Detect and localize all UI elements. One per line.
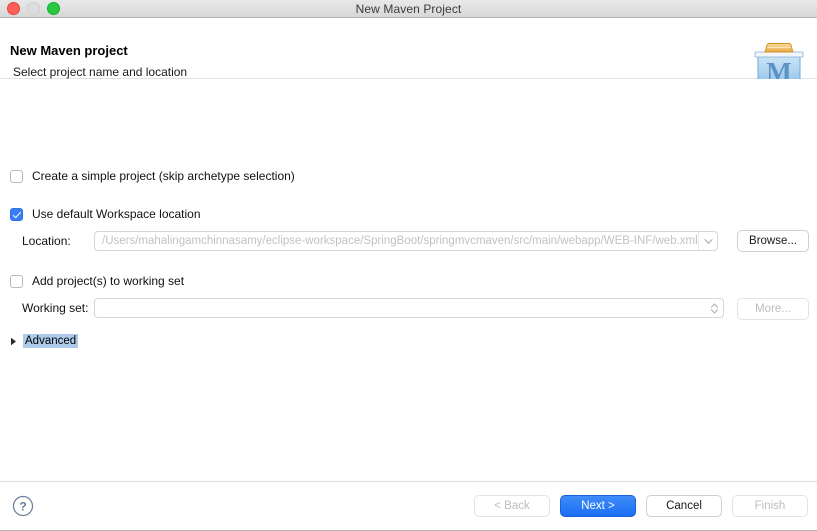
add-working-set-label: Add project(s) to working set — [32, 274, 185, 288]
page-title: New Maven project — [10, 43, 128, 58]
simple-project-checkbox-row[interactable]: Create a simple project (skip archetype … — [10, 169, 295, 183]
default-workspace-label: Use default Workspace location — [32, 207, 201, 221]
dialog-header: New Maven project Select project name an… — [0, 18, 817, 87]
next-button[interactable]: Next > — [560, 495, 636, 517]
cancel-button[interactable]: Cancel — [646, 495, 722, 517]
advanced-label[interactable]: Advanced — [23, 334, 79, 348]
location-value: /Users/mahalingamchinnasamy/eclipse-work… — [102, 235, 698, 247]
default-workspace-checkbox-row[interactable]: Use default Workspace location — [10, 207, 201, 221]
simple-project-label: Create a simple project (skip archetype … — [32, 169, 295, 183]
more-button[interactable]: More... — [737, 298, 809, 320]
window-titlebar: New Maven Project — [0, 0, 817, 18]
add-working-set-checkbox-row[interactable]: Add project(s) to working set — [10, 274, 184, 288]
finish-button[interactable]: Finish — [732, 495, 808, 517]
working-set-input[interactable] — [94, 298, 724, 318]
svg-text:?: ? — [19, 500, 26, 514]
working-set-row: Working set: — [22, 298, 724, 318]
browse-button[interactable]: Browse... — [737, 230, 809, 252]
page-subtitle: Select project name and location — [13, 65, 188, 79]
location-label: Location: — [22, 234, 71, 248]
location-row: Location: /Users/mahalingamchinnasamy/ec… — [22, 231, 718, 251]
working-set-label: Working set: — [22, 301, 89, 315]
advanced-disclosure-row[interactable]: Advanced — [8, 334, 79, 348]
window-title: New Maven Project — [355, 1, 462, 16]
stepper-updown-icon[interactable] — [705, 299, 723, 317]
close-window-button[interactable] — [7, 2, 20, 15]
dialog-content: Create a simple project (skip archetype … — [0, 79, 817, 481]
simple-project-checkbox[interactable] — [10, 169, 23, 183]
chevron-down-icon[interactable] — [698, 232, 717, 250]
new-maven-project-dialog: New Maven Project New Maven project Sele… — [0, 0, 817, 531]
footer-button-group: < Back Next > Cancel Finish — [474, 495, 808, 517]
triangle-right-icon[interactable] — [8, 336, 19, 347]
traffic-lights — [7, 0, 60, 17]
help-question-icon[interactable]: ? — [12, 495, 34, 517]
add-working-set-checkbox[interactable] — [10, 274, 23, 288]
default-workspace-checkbox[interactable] — [10, 207, 23, 221]
minimize-window-button[interactable] — [27, 2, 40, 15]
back-button[interactable]: < Back — [474, 495, 550, 517]
location-input[interactable]: /Users/mahalingamchinnasamy/eclipse-work… — [94, 231, 718, 251]
zoom-window-button[interactable] — [47, 2, 60, 15]
dialog-footer: ? < Back Next > Cancel Finish — [0, 481, 817, 531]
